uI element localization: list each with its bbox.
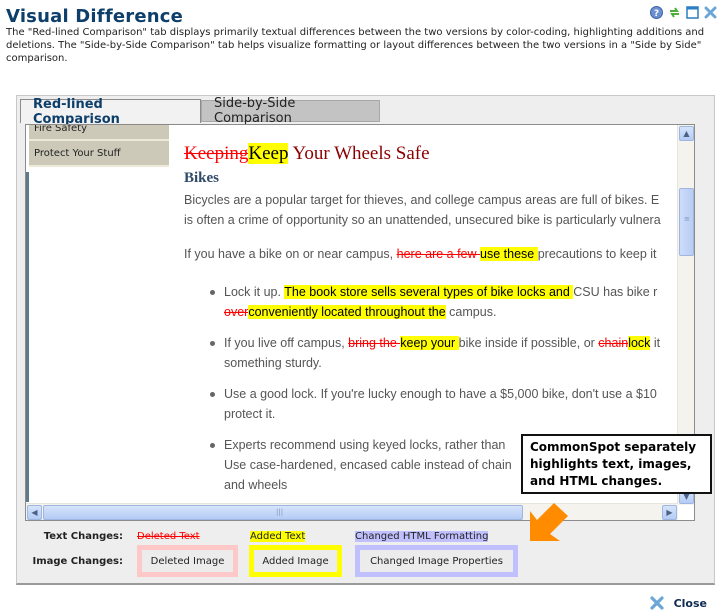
added-text: The book store sells several types of bi… — [284, 285, 574, 299]
scroll-left-button[interactable]: ◀ — [27, 505, 42, 520]
left-accent-bar — [26, 172, 29, 502]
maximize-icon[interactable] — [686, 6, 699, 19]
heading-rest: Your Wheels Safe — [288, 143, 430, 164]
horizontal-scrollbar[interactable]: ◀ ||| ▶ — [26, 503, 678, 520]
article-heading: KeepingKeep Your Wheels Safe — [184, 143, 694, 165]
close-label: Close — [673, 596, 707, 610]
legend-changed-image: Changed Image Properties — [355, 545, 518, 577]
grip-icon: ||| — [276, 508, 284, 516]
text-segment: bike inside if possible, or — [458, 336, 599, 350]
tab-side-by-side-comparison[interactable]: Side-by-Side Comparison — [201, 96, 380, 126]
deleted-text: bring the — [348, 336, 401, 350]
text-segment: Use a good lock. If you're lucky enough … — [224, 387, 657, 401]
text-segment: CSU has bike r — [573, 285, 658, 299]
text-segment: If you have a bike on or near campus, — [184, 247, 397, 261]
text-segment: Use case-hardened, encased cable instead… — [224, 458, 512, 472]
legend-deleted-image: Deleted Image — [137, 545, 238, 577]
text-segment: and wheels — [224, 478, 288, 492]
text-segment: it — [650, 336, 661, 350]
help-icon[interactable]: ? — [650, 6, 663, 19]
text-segment: protect it. — [224, 407, 276, 421]
deleted-text: chain — [598, 336, 629, 350]
svg-text:?: ? — [654, 9, 659, 19]
legend-added-image: Added Image — [249, 545, 342, 577]
scroll-right-button[interactable]: ▶ — [662, 505, 677, 520]
text-segment: campus. — [445, 305, 497, 319]
added-text: Keep — [248, 143, 289, 164]
close-x-icon — [649, 596, 664, 610]
annotation-callout: CommonSpot separately highlights text, i… — [521, 434, 712, 494]
tab-bar: Red-lined Comparison Side-by-Side Compar… — [20, 96, 380, 127]
dialog-title: Visual Difference — [6, 6, 184, 27]
deleted-text: over — [224, 305, 249, 319]
close-icon[interactable] — [704, 6, 717, 19]
callout-arrow-icon — [530, 503, 568, 541]
window-controls: ? — [650, 6, 717, 19]
image-changes-label: Image Changes: — [32, 556, 123, 567]
vertical-scroll-thumb[interactable]: ≡ — [679, 188, 694, 256]
tab-red-lined-comparison[interactable]: Red-lined Comparison — [20, 97, 201, 127]
legend-deleted-text: Deleted Text — [137, 531, 200, 542]
paragraph-line: Bicycles are a popular target for thieve… — [184, 193, 660, 207]
close-button[interactable]: Close — [649, 596, 707, 610]
page-nav: Fire Safety Protect Your Stuff — [29, 125, 169, 167]
legend-changed-html: Changed HTML Formatting — [355, 531, 489, 542]
text-segment: something sturdy. — [224, 356, 322, 370]
article-subheading: Bikes — [184, 170, 220, 186]
horizontal-scroll-thumb[interactable]: ||| — [43, 505, 523, 520]
added-text: use these — [480, 247, 538, 261]
scroll-up-button[interactable]: ▲ — [679, 126, 694, 141]
grip-icon: ≡ — [684, 215, 690, 223]
added-text: lock — [628, 336, 651, 350]
text-segment: If you live off campus, — [224, 336, 349, 350]
text-segment: Lock it up. — [224, 285, 285, 299]
dialog-description: The "Red-lined Comparison" tab displays … — [6, 27, 705, 64]
text-segment: Experts recommend using keyed locks, rat… — [224, 438, 506, 452]
nav-item-protect-your-stuff[interactable]: Protect Your Stuff — [29, 141, 169, 167]
text-segment: precautions to keep it — [537, 247, 657, 261]
refresh-icon[interactable] — [668, 6, 681, 19]
paragraph-line: is often a crime of opportunity so an un… — [184, 213, 661, 227]
added-text: keep your — [400, 336, 459, 350]
text-changes-label: Text Changes: — [43, 531, 123, 542]
nav-item-fire-safety[interactable]: Fire Safety — [29, 125, 169, 141]
list-item: Use a good lock. If you're lucky enough … — [208, 384, 694, 424]
list-item: If you live off campus, bring the keep y… — [208, 333, 694, 373]
deleted-text: here are a few — [396, 247, 481, 261]
list-item: Lock it up. The book store sells several… — [208, 282, 694, 322]
legend-added-text: Added Text — [250, 531, 306, 542]
deleted-text: Keeping — [184, 143, 249, 164]
added-text: conveniently located throughout the — [248, 305, 446, 319]
paragraph: If you have a bike on or near campus, he… — [184, 244, 694, 264]
